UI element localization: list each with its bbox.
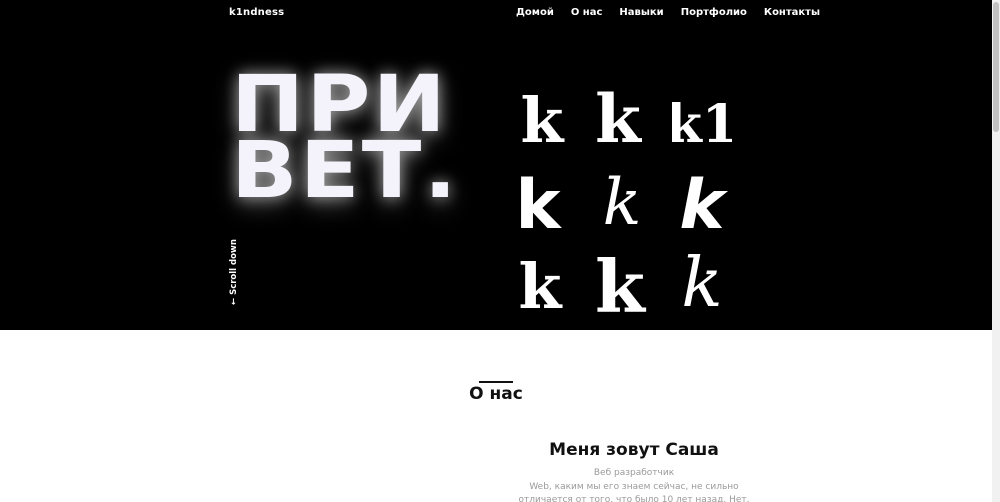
k-glyph-1: k [512,84,572,157]
main-nav: Домой О нас Навыки Портфолио Контакты [516,7,820,18]
svg-text:k: k [603,166,642,234]
letter-k-grid: k k k1 k k k k k k [508,78,738,329]
svg-text:k: k [595,82,642,152]
k-glyph-2: k [588,80,648,158]
hero-title-line2: ВЕТ. [231,126,460,216]
about-role: Веб разработчик [593,468,675,478]
site-logo[interactable]: k1ndness [229,7,284,18]
k-glyph-5: k [592,164,652,240]
scroll-down-link[interactable]: ← Scroll down [229,239,239,305]
about-name-heading: Меня зовут Саша [549,440,719,460]
svg-text:k: k [595,248,647,318]
svg-text:k: k [681,244,722,314]
svg-text:k: k [519,250,564,318]
nav-about[interactable]: О нас [571,7,603,18]
nav-home[interactable]: Домой [516,7,554,18]
nav-skills[interactable]: Навыки [619,7,663,18]
k-glyph-4: k [508,166,568,245]
nav-contacts[interactable]: Контакты [764,7,820,18]
svg-text:k1: k1 [672,94,732,154]
scrollbar-thumb[interactable] [993,2,999,132]
svg-text:k: k [515,166,562,236]
nav-portfolio[interactable]: Портфолио [681,7,747,18]
about-title-underline [479,381,513,383]
hero-section: k1ndness Домой О нас Навыки Портфолио Ко… [0,0,992,330]
k-glyph-8: k [590,244,650,329]
k-glyph-6: k [672,166,732,245]
svg-text:k: k [679,166,728,236]
svg-text:k: k [521,84,566,154]
about-description: Web, каким мы его знаем сейчас, не сильн… [518,482,750,502]
k-glyph-7: k [510,248,570,323]
about-section-title: О нас [469,384,523,404]
k-glyph-3: k1 [666,84,738,155]
k-glyph-9: k [672,244,732,323]
page-scrollbar[interactable] [992,0,1000,502]
